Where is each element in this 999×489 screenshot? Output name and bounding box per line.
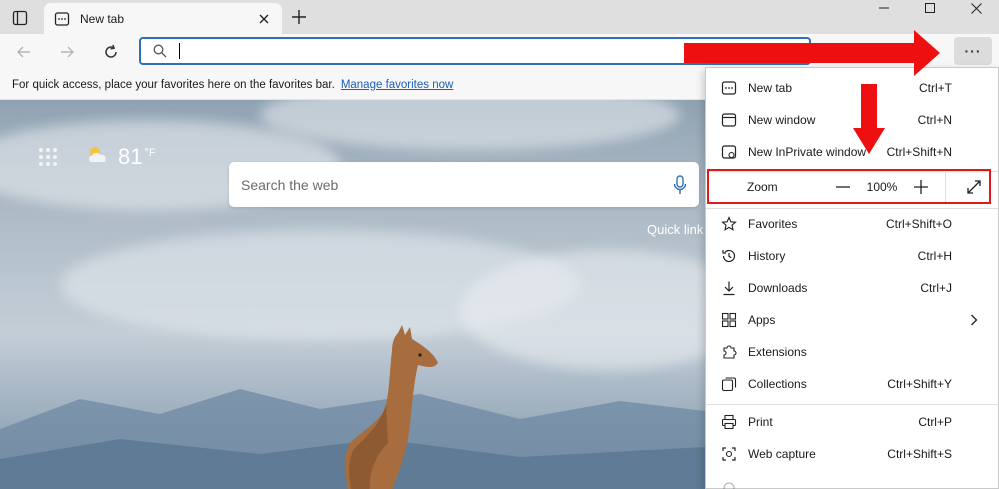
zoom-value: 100% <box>866 179 898 194</box>
full-screen-button[interactable] <box>960 173 988 201</box>
forward-button[interactable] <box>55 40 79 64</box>
plus-icon <box>292 10 306 24</box>
annotation-arrow-vertical <box>861 84 877 130</box>
menu-item-new-inprivate-window[interactable]: New InPrivate window Ctrl+Shift+N <box>706 136 998 168</box>
apps-launcher-icon[interactable] <box>39 148 57 166</box>
menu-item-print[interactable]: Print Ctrl+P <box>706 406 998 438</box>
temperature-value: 81 <box>118 144 143 169</box>
arrow-right-icon <box>61 46 74 58</box>
quick-links-label[interactable]: Quick link <box>647 222 703 237</box>
web-search-placeholder: Search the web <box>241 176 339 193</box>
menu-item-downloads[interactable]: Downloads Ctrl+J <box>706 272 998 304</box>
back-button[interactable] <box>12 40 36 64</box>
cloud <box>260 100 680 150</box>
annotation-arrow-horizontal <box>684 43 916 63</box>
search-icon <box>153 44 167 58</box>
settings-and-more-button[interactable]: ··· <box>954 37 992 65</box>
temperature-unit: °F <box>144 147 156 159</box>
apps-icon <box>720 311 738 329</box>
weather-widget[interactable]: 81 °F <box>86 144 156 170</box>
refresh-button[interactable] <box>99 40 123 64</box>
expand-icon <box>967 179 981 194</box>
minus-icon <box>836 185 850 188</box>
annotation-arrow-horizontal-head <box>914 30 940 76</box>
extensions-icon <box>720 343 738 361</box>
new-tab-favicon <box>54 11 70 27</box>
chevron-right-icon <box>970 314 978 326</box>
menu-divider <box>706 404 998 405</box>
favorites-bar-hint: For quick access, place your favorites h… <box>12 78 335 91</box>
vicuna-animal <box>344 325 438 489</box>
close-tab-icon[interactable] <box>256 11 272 27</box>
menu-item-history[interactable]: History Ctrl+H <box>706 240 998 272</box>
annotation-arrow-vertical-head <box>853 128 885 154</box>
zoom-row: Zoom 100% <box>707 169 991 204</box>
maximize-button[interactable] <box>907 0 953 16</box>
favorites-icon <box>720 215 738 233</box>
menu-item-new-window[interactable]: New window Ctrl+N <box>706 104 998 136</box>
tab-strip: New tab <box>0 0 999 34</box>
manage-favorites-link[interactable]: Manage favorites now <box>341 79 454 91</box>
tab-new-tab[interactable]: New tab <box>44 3 282 34</box>
microphone-icon[interactable] <box>673 174 687 195</box>
menu-item-favorites[interactable]: Favorites Ctrl+Shift+O <box>706 208 998 240</box>
settings-and-more-menu: New tab Ctrl+T New window Ctrl+N New InP… <box>705 67 999 489</box>
inprivate-icon <box>720 143 738 161</box>
menu-item-apps[interactable]: Apps <box>706 304 998 336</box>
new-window-icon <box>720 111 738 129</box>
menu-item-collections[interactable]: Collections Ctrl+Shift+Y <box>706 368 998 400</box>
menu-item-partial <box>706 472 998 489</box>
web-capture-icon <box>720 445 738 463</box>
window-controls <box>861 0 999 16</box>
history-icon <box>720 247 738 265</box>
partly-cloudy-icon <box>89 147 106 162</box>
collections-icon <box>720 375 738 393</box>
print-icon <box>720 413 738 431</box>
arrow-left-icon <box>17 46 30 58</box>
share-icon <box>720 479 738 489</box>
zoom-in-button[interactable] <box>907 173 935 201</box>
download-icon <box>720 279 738 297</box>
menu-item-new-tab[interactable]: New tab Ctrl+T <box>706 72 998 104</box>
tab-actions-button[interactable] <box>8 7 32 29</box>
tab-title: New tab <box>80 11 125 26</box>
zoom-divider <box>945 171 946 202</box>
zoom-out-button[interactable] <box>829 173 857 201</box>
menu-item-extensions[interactable]: Extensions <box>706 336 998 368</box>
zoom-label: Zoom <box>747 179 778 194</box>
new-tab-icon <box>720 79 738 97</box>
menu-item-web-capture[interactable]: Web capture Ctrl+Shift+S <box>706 438 998 470</box>
new-tab-button[interactable] <box>288 6 310 28</box>
refresh-icon <box>105 44 117 58</box>
text-caret <box>179 43 180 59</box>
close-window-button[interactable] <box>953 0 999 16</box>
web-search-box[interactable]: Search the web <box>229 162 699 207</box>
plus-icon <box>914 179 928 194</box>
tab-actions-icon <box>12 10 28 26</box>
minimize-button[interactable] <box>861 0 907 16</box>
